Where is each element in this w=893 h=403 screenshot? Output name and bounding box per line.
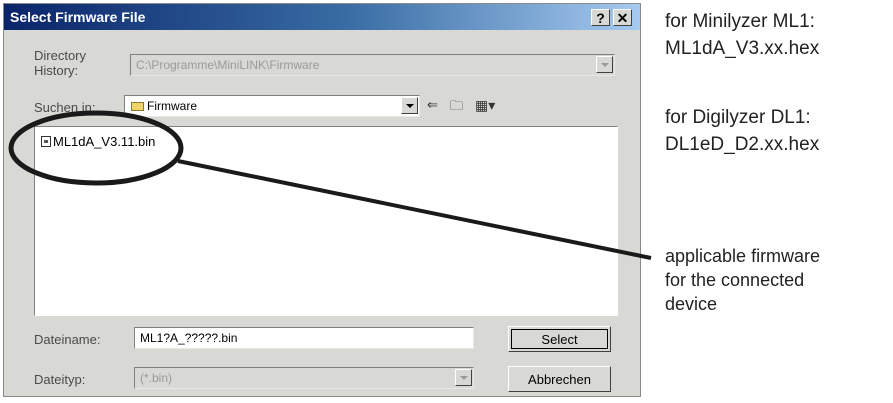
- digilyzer-filename: DL1eD_D2.xx.hex: [665, 134, 820, 155]
- list-item[interactable]: ML1dA_V3.11.bin: [41, 134, 155, 149]
- file-list[interactable]: ML1dA_V3.11.bin: [34, 126, 618, 316]
- minilyzer-note: for Minilyzer ML1: ML1dA_V3.xx.hex: [665, 8, 819, 62]
- cancel-button[interactable]: Abbrechen: [508, 366, 611, 392]
- minilyzer-title: for Minilyzer ML1:: [665, 11, 815, 32]
- filename-input[interactable]: ML1?A_?????.bin: [134, 327, 474, 349]
- dialog-title: Select Firmware File: [10, 9, 146, 25]
- search-in-value: Firmware: [147, 99, 197, 113]
- select-firmware-dialog: Select Firmware File ? ✕ Directory Histo…: [3, 3, 641, 397]
- minilyzer-filename: ML1dA_V3.xx.hex: [665, 38, 820, 59]
- help-button[interactable]: ?: [591, 9, 610, 26]
- view-menu-icon[interactable]: ▦▾: [475, 97, 495, 114]
- close-button[interactable]: ✕: [613, 9, 632, 26]
- directory-history-field[interactable]: C:\Programme\MiniLINK\Firmware: [130, 54, 615, 76]
- directory-history-dropdown-button[interactable]: [596, 56, 613, 73]
- filetype-label: Dateityp:: [34, 372, 86, 387]
- filetype-field[interactable]: (*.bin): [134, 367, 474, 389]
- digilyzer-note: for Digilyzer DL1: DL1eD_D2.xx.hex: [665, 104, 819, 158]
- up-folder-icon[interactable]: 🗀: [450, 97, 463, 119]
- title-bar: Select Firmware File ? ✕: [4, 4, 640, 30]
- search-in-dropdown-button[interactable]: [401, 97, 418, 114]
- directory-history-label: Directory History:: [34, 48, 87, 78]
- note-line-3: device: [665, 294, 718, 314]
- file-name: ML1dA_V3.11.bin: [53, 134, 156, 149]
- search-in-label: Suchen in:: [34, 100, 96, 115]
- back-arrow-icon[interactable]: ⇐: [427, 97, 438, 113]
- filename-label: Dateiname:: [34, 332, 101, 347]
- applicable-firmware-note: applicable firmware for the connected de…: [665, 244, 820, 316]
- note-line-2: for the connected: [665, 270, 805, 290]
- file-icon: [41, 136, 51, 147]
- select-button[interactable]: Select: [508, 326, 611, 352]
- search-in-field[interactable]: Firmware: [124, 95, 420, 117]
- folder-icon: [131, 102, 144, 111]
- digilyzer-title: for Digilyzer DL1:: [665, 107, 811, 128]
- filetype-dropdown-button[interactable]: [455, 369, 472, 386]
- note-line-1: applicable firmware: [665, 246, 821, 266]
